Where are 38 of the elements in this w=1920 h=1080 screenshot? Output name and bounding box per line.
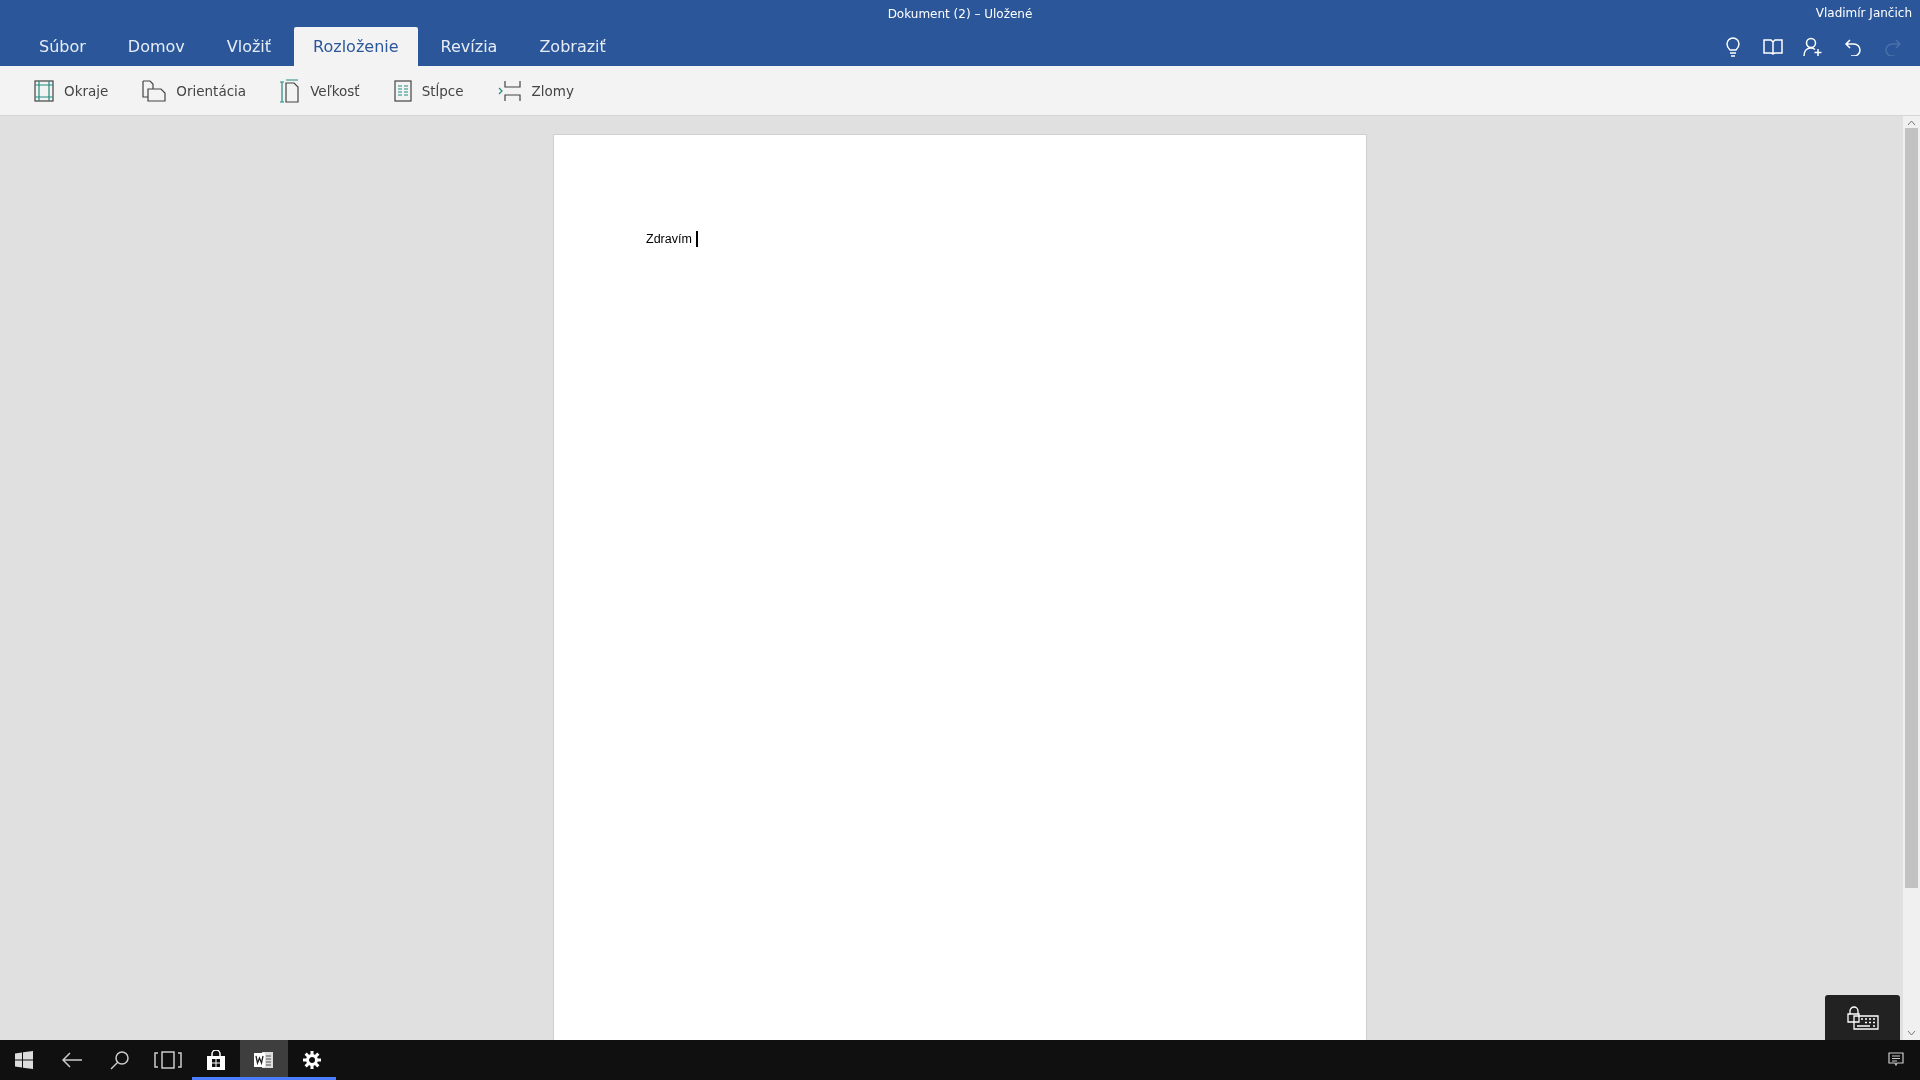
page-size-icon: [280, 78, 301, 103]
scroll-up-icon: [1907, 120, 1916, 126]
word-app-icon: [254, 1051, 274, 1069]
ribbon-tab[interactable]: Vložiť: [207, 27, 291, 66]
margins-icon: [34, 79, 54, 102]
undo-icon: [1844, 37, 1862, 56]
ribbon-button[interactable]: Okraje: [32, 75, 111, 106]
gear-icon: [303, 1051, 321, 1069]
notification-icon: [1888, 1052, 1904, 1068]
search-icon: [110, 1050, 130, 1070]
keyboard-lock-icon: [1846, 1005, 1879, 1030]
touch-keyboard-button[interactable]: [1825, 995, 1900, 1040]
shopping-bag-icon: [207, 1050, 225, 1070]
scroll-down-icon: [1907, 1030, 1916, 1036]
redo-icon: [1884, 37, 1902, 56]
ribbon-button[interactable]: Zlomy: [495, 75, 576, 106]
lightbulb-icon: [1726, 36, 1740, 57]
ribbon-button[interactable]: Orientácia: [140, 75, 249, 106]
document-text: Zdravím: [646, 231, 698, 247]
ribbon-tab[interactable]: Zobraziť: [520, 27, 625, 66]
page-break-icon: [497, 79, 522, 102]
ribbon-tab[interactable]: Domov: [108, 27, 204, 66]
user-name: Vladimír Jančich: [1815, 6, 1912, 20]
ribbon-button[interactable]: Veľkosť: [278, 74, 362, 107]
task-view-icon: [154, 1051, 182, 1069]
ribbon-button[interactable]: Stĺpce: [391, 75, 466, 106]
back-arrow-icon: [62, 1052, 82, 1068]
ribbon-tab[interactable]: Rozloženie: [294, 27, 418, 66]
person-add-icon: [1803, 36, 1823, 57]
word-taskbar-button[interactable]: [240, 1040, 288, 1080]
book-icon: [1763, 38, 1783, 55]
columns-icon: [393, 79, 412, 102]
window-title: Dokument (2) – Uložené: [887, 6, 1033, 21]
ribbon-tab[interactable]: Súbor: [20, 27, 105, 66]
windows-logo-icon: [15, 1051, 33, 1069]
scrollbar[interactable]: [1903, 116, 1920, 1040]
ribbon-tab[interactable]: Revízia: [421, 27, 517, 66]
pages-icon: [142, 79, 167, 102]
